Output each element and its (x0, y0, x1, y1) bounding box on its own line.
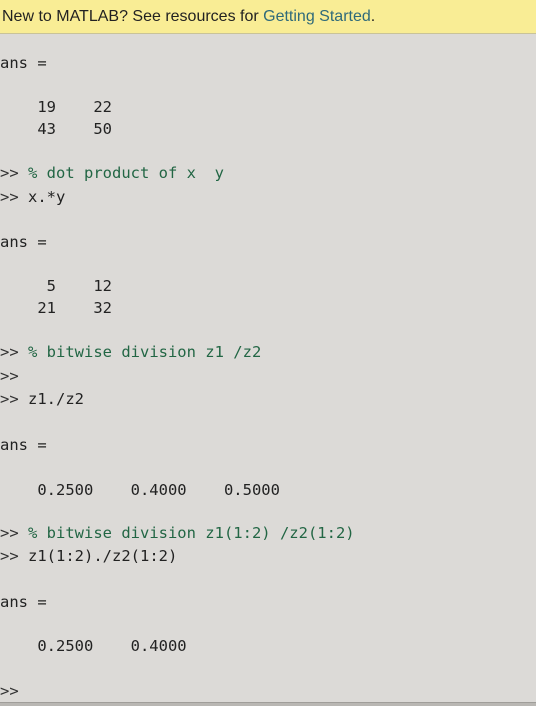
matrix-row: 43 50 (0, 120, 112, 138)
command-comment: % bitwise division z1 /z2 (28, 343, 262, 361)
vector-row: 0.2500 0.4000 0.5000 (0, 481, 280, 499)
command-line: >> (0, 365, 19, 387)
getting-started-link[interactable]: Getting Started (263, 8, 371, 25)
ans-label: ans = (0, 233, 47, 251)
command-line: >> % dot product of x y (0, 162, 224, 184)
prompt: >> (0, 547, 28, 565)
getting-started-banner: New to MATLAB? See resources for Getting… (0, 0, 536, 34)
prompt: >> (0, 188, 28, 206)
prompt: >> (0, 524, 28, 542)
matrix-row: 21 32 (0, 299, 112, 317)
command-prompt[interactable]: >> (0, 680, 19, 702)
command-line: >> z1(1:2)./z2(1:2) (0, 545, 177, 567)
banner-text: New to MATLAB? See resources for (2, 8, 264, 25)
banner-suffix: . (370, 8, 376, 25)
matrix-row: 5 12 (0, 277, 112, 295)
command-text: x.*y (28, 188, 66, 206)
command-line: >> x.*y (0, 186, 65, 208)
bottom-border (0, 702, 536, 706)
ans-label: ans = (0, 54, 47, 72)
command-comment: % bitwise division z1(1:2) /z2(1:2) (28, 524, 355, 542)
matrix-row: 19 22 (0, 98, 112, 116)
command-comment: % dot product of x y (28, 164, 224, 182)
command-text: z1(1:2)./z2(1:2) (28, 547, 178, 565)
prompt: >> (0, 367, 19, 385)
ans-label: ans = (0, 436, 47, 454)
command-window[interactable]: ans = 19 22 43 50 >> % dot product of x … (0, 34, 536, 702)
prompt: >> (0, 343, 28, 361)
command-line: >> % bitwise division z1(1:2) /z2(1:2) (0, 522, 355, 544)
prompt: >> (0, 390, 28, 408)
prompt: >> (0, 682, 19, 700)
ans-label: ans = (0, 593, 47, 611)
vector-row: 0.2500 0.4000 (0, 637, 187, 655)
command-line: >> % bitwise division z1 /z2 (0, 341, 261, 363)
command-text: z1./z2 (28, 390, 84, 408)
prompt: >> (0, 164, 28, 182)
command-line: >> z1./z2 (0, 388, 84, 410)
